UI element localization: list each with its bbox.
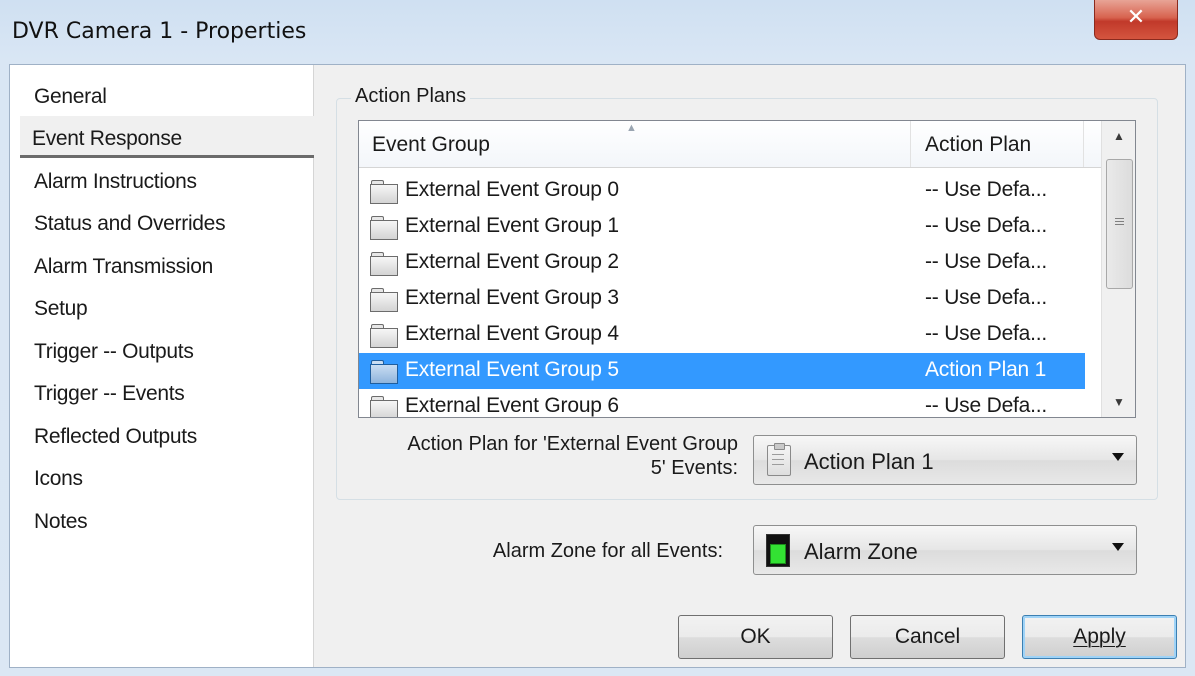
alarm-zone-dropdown[interactable]: Alarm Zone (753, 525, 1137, 575)
title-bar[interactable]: DVR Camera 1 - Properties ✕ (0, 0, 1195, 64)
category-nav: General Event Response Alarm Instruction… (10, 65, 314, 667)
close-button[interactable]: ✕ (1094, 0, 1178, 40)
nav-item-icons[interactable]: Icons (34, 467, 83, 491)
table-row[interactable]: External Event Group 6 -- Use Defa... (359, 389, 1085, 417)
action-plan-dropdown[interactable]: Action Plan 1 (753, 435, 1137, 485)
folder-icon (370, 180, 398, 204)
action-plan-value: -- Use Defa... (925, 178, 1048, 201)
nav-item-status-and-overrides[interactable]: Status and Overrides (34, 212, 226, 236)
folder-icon (370, 252, 398, 276)
apply-button-label: Apply (1073, 625, 1126, 648)
action-plan-icon (767, 443, 791, 476)
event-group-name: External Event Group 5 (405, 358, 619, 381)
sort-ascending-icon: ▲ (626, 122, 637, 134)
action-plan-label-line1: Action Plan for 'External Event Group (407, 433, 738, 455)
column-header-action-plan[interactable]: Action Plan (925, 133, 1031, 157)
action-plans-group-title: Action Plans (351, 85, 471, 108)
table-row[interactable]: External Event Group 4 -- Use Defa... (359, 317, 1085, 353)
close-icon: ✕ (1126, 5, 1146, 30)
grip-line (1115, 218, 1124, 219)
table-row[interactable]: External Event Group 1 -- Use Defa... (359, 209, 1085, 245)
nav-item-reflected-outputs[interactable]: Reflected Outputs (34, 425, 197, 449)
list-header: Event Group ▲ Action Plan (359, 121, 1101, 168)
window-title: DVR Camera 1 - Properties (12, 19, 307, 44)
action-plan-value: Action Plan 1 (925, 358, 1047, 381)
nav-item-notes[interactable]: Notes (34, 510, 88, 534)
folder-icon (370, 288, 398, 312)
column-header-event-group[interactable]: Event Group (372, 133, 490, 157)
action-plan-value: -- Use Defa... (925, 286, 1048, 309)
ok-button[interactable]: OK (678, 615, 833, 659)
event-group-name: External Event Group 2 (405, 250, 619, 273)
grip-line (1115, 224, 1124, 225)
column-separator[interactable] (910, 121, 911, 167)
dropdown-arrow-icon (1112, 453, 1124, 461)
action-plan-for-group-label: Action Plan for 'External Event Group 5'… (340, 432, 738, 480)
dialog-client-area: General Event Response Alarm Instruction… (9, 64, 1186, 668)
nav-item-setup[interactable]: Setup (34, 297, 88, 321)
table-row-selected[interactable]: External Event Group 5 Action Plan 1 (359, 353, 1085, 389)
event-group-list[interactable]: Event Group ▲ Action Plan External Event… (358, 120, 1136, 418)
properties-window: DVR Camera 1 - Properties ✕ General Even… (0, 0, 1195, 676)
alarm-zone-icon (766, 534, 790, 567)
event-group-name: External Event Group 3 (405, 286, 619, 309)
event-group-name: External Event Group 1 (405, 214, 619, 237)
nav-item-alarm-transmission[interactable]: Alarm Transmission (34, 255, 213, 279)
column-separator[interactable] (1083, 121, 1084, 167)
nav-item-trigger-events[interactable]: Trigger -- Events (34, 382, 185, 406)
table-row[interactable]: External Event Group 2 -- Use Defa... (359, 245, 1085, 281)
scroll-up-icon[interactable]: ▲ (1102, 121, 1135, 151)
nav-item-alarm-instructions[interactable]: Alarm Instructions (34, 170, 197, 194)
cancel-button[interactable]: Cancel (850, 615, 1005, 659)
action-plan-value: -- Use Defa... (925, 250, 1048, 273)
alarm-zone-label: Alarm Zone for all Events: (492, 540, 723, 562)
nav-item-general[interactable]: General (34, 85, 107, 109)
grip-line (1115, 221, 1124, 222)
vertical-scrollbar[interactable]: ▲ ▼ (1101, 121, 1135, 417)
scroll-thumb[interactable] (1106, 159, 1133, 289)
event-group-name: External Event Group 0 (405, 178, 619, 201)
table-row[interactable]: External Event Group 0 -- Use Defa... (359, 173, 1085, 209)
dropdown-arrow-icon (1112, 543, 1124, 551)
nav-item-trigger-outputs[interactable]: Trigger -- Outputs (34, 340, 194, 364)
event-group-name: External Event Group 6 (405, 394, 619, 417)
action-plan-label-line2: 5' Events: (650, 457, 738, 479)
folder-icon (370, 396, 398, 417)
folder-icon (370, 324, 398, 348)
folder-icon (370, 360, 398, 384)
folder-icon (370, 216, 398, 240)
table-row[interactable]: External Event Group 3 -- Use Defa... (359, 281, 1085, 317)
apply-button[interactable]: Apply (1022, 615, 1177, 659)
nav-item-event-response[interactable]: Event Response (32, 127, 182, 151)
event-group-name: External Event Group 4 (405, 322, 619, 345)
action-plan-value: -- Use Defa... (925, 394, 1048, 417)
alarm-zone-dropdown-value: Alarm Zone (804, 539, 918, 564)
action-plan-dropdown-value: Action Plan 1 (804, 449, 934, 474)
action-plan-value: -- Use Defa... (925, 214, 1048, 237)
scroll-down-icon[interactable]: ▼ (1102, 387, 1135, 417)
action-plan-value: -- Use Defa... (925, 322, 1048, 345)
